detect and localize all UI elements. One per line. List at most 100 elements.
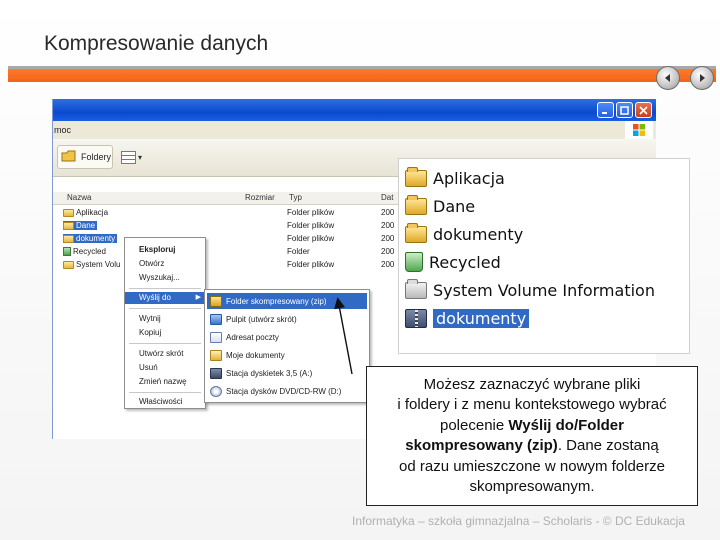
folder-icon	[63, 260, 74, 269]
list-item[interactable]: Recycled	[405, 249, 501, 275]
folder-icon	[63, 208, 74, 217]
menu-separator	[129, 392, 201, 393]
file-date-cell: 200	[381, 247, 395, 256]
list-item[interactable]: Dane	[405, 193, 475, 219]
maximize-icon[interactable]	[616, 102, 633, 118]
folder-tree-icon	[61, 149, 77, 165]
column-header-name[interactable]: Nazwa	[67, 193, 91, 202]
next-arrow-glyph	[700, 74, 705, 82]
menu-item-search[interactable]: Wyszukaj...	[125, 272, 205, 284]
callout-emphasis: Wyślij do/Folder	[508, 416, 624, 434]
submenu-item-floppy[interactable]: Stacja dyskietek 3,5 (A:)	[207, 365, 367, 381]
menu-item-rename[interactable]: Zmień nazwę	[125, 376, 205, 388]
file-date-cell: 200	[381, 234, 395, 243]
submenu-item-mail[interactable]: Adresat poczty	[207, 329, 367, 345]
file-date-cell: 200	[381, 208, 395, 217]
callout-line: . Dane zostaną	[557, 437, 659, 454]
desktop-icon	[210, 313, 222, 325]
slide-title: Kompresowanie danych	[44, 32, 269, 55]
minimize-icon[interactable]	[597, 102, 614, 118]
file-type-cell: Folder plików	[287, 221, 335, 230]
file-name-cell: Dane	[63, 221, 98, 230]
callout-emphasis: skompresowany (zip)	[405, 437, 558, 454]
mail-recipient-icon	[210, 331, 222, 343]
title-divider-orange	[8, 69, 716, 82]
file-type-cell: Folder plików	[287, 234, 335, 243]
file-type-cell: Folder	[287, 247, 310, 256]
folder-icon	[63, 234, 74, 243]
chevron-down-icon: ▾	[138, 152, 143, 162]
menu-separator	[129, 343, 201, 344]
submenu-item-desktop[interactable]: Pulpit (utwórz skrót)	[207, 311, 367, 327]
system-folder-icon	[405, 278, 427, 299]
column-header-date[interactable]: Dat	[381, 193, 393, 202]
menu-item-delete[interactable]: Usuń	[125, 362, 205, 374]
next-arrow-icon[interactable]	[690, 66, 714, 90]
list-item[interactable]: System Volume Information	[405, 277, 655, 303]
list-item[interactable]: dokumenty	[405, 305, 530, 331]
list-item[interactable]: dokumenty	[405, 221, 523, 247]
column-header-type[interactable]: Typ	[289, 193, 302, 202]
close-icon[interactable]	[635, 102, 652, 118]
context-menu: Eksploruj Otwórz Wyszukaj... Wyślij do ▶ …	[124, 237, 206, 409]
zoomed-file-list: Aplikacja Dane dokumenty Recycled System…	[398, 158, 690, 354]
menu-item-explore[interactable]: Eksploruj	[125, 244, 205, 256]
previous-arrow-glyph	[665, 74, 670, 82]
folders-button[interactable]: Foldery	[57, 145, 113, 169]
menu-help[interactable]: moc	[54, 125, 71, 135]
list-item-label: dokumenty	[433, 224, 524, 244]
menu-item-cut[interactable]: Wytnij	[125, 313, 205, 325]
folders-button-label: Foldery	[81, 152, 112, 162]
list-item-label: dokumenty	[433, 308, 530, 328]
previous-arrow-icon[interactable]	[656, 66, 680, 90]
list-item[interactable]: Aplikacja	[405, 165, 505, 191]
file-date-cell: 200	[381, 221, 395, 230]
my-documents-icon	[210, 349, 222, 361]
window-titlebar[interactable]	[53, 99, 656, 121]
slide-footer: Informatyka – szkoła gimnazjalna – Schol…	[352, 514, 685, 528]
menu-item-send-to-label: Wyślij do	[139, 293, 171, 302]
submenu-item-my-documents[interactable]: Moje dokumenty	[207, 347, 367, 363]
explanation-callout: Możesz zaznaczyć wybrane pliki i foldery…	[366, 366, 698, 506]
menu-separator	[129, 308, 201, 309]
menu-bar[interactable]: moc	[53, 121, 656, 139]
file-type-cell: Folder plików	[287, 208, 335, 217]
cd-drive-icon	[210, 385, 222, 397]
file-name-cell: Recycled	[63, 247, 106, 256]
views-icon	[121, 150, 136, 164]
callout-text: Możesz zaznaczyć wybrane pliki i foldery…	[389, 371, 674, 502]
menu-item-open[interactable]: Otwórz	[125, 258, 205, 270]
send-to-submenu: Folder skompresowany (zip) Pulpit (utwór…	[204, 289, 370, 403]
list-item-label: System Volume Information	[433, 280, 655, 300]
floppy-drive-icon	[210, 367, 222, 379]
file-name-cell: System Volu	[63, 260, 120, 269]
column-header-size[interactable]: Rozmiar	[245, 193, 275, 202]
zip-folder-icon	[210, 295, 222, 307]
callout-line: i foldery i z menu kontekstowego wybrać	[397, 396, 667, 413]
folder-icon	[63, 221, 74, 230]
views-button[interactable]: ▾	[121, 149, 151, 165]
recycle-bin-icon	[63, 247, 71, 256]
folder-icon	[405, 194, 427, 215]
file-name-cell: Aplikacja	[63, 208, 108, 217]
callout-line: od razu umieszczone w nowym folderze	[399, 457, 665, 475]
submenu-arrow-icon: ▶	[195, 294, 201, 301]
list-item-label: Dane	[433, 196, 476, 216]
submenu-item-cd-drive[interactable]: Stacja dysków DVD/CD-RW (D:)	[207, 383, 367, 399]
list-item-label: Aplikacja	[433, 168, 505, 188]
file-date-cell: 200	[381, 260, 395, 269]
zip-folder-icon	[405, 308, 427, 328]
callout-line: polecenie	[440, 416, 509, 434]
menu-item-create-shortcut[interactable]: Utwórz skrót	[125, 348, 205, 360]
menu-item-send-to[interactable]: Wyślij do ▶	[125, 292, 205, 304]
submenu-item-zip-folder[interactable]: Folder skompresowany (zip)	[207, 293, 367, 309]
callout-line: skompresowanym.	[469, 478, 595, 495]
recycle-bin-icon	[405, 252, 423, 272]
folder-icon	[405, 166, 427, 187]
folder-icon	[405, 222, 427, 243]
callout-line: Możesz zaznaczyć wybrane pliki	[423, 375, 641, 393]
list-item-label: Recycled	[429, 252, 501, 272]
menu-item-properties[interactable]: Właściwości	[125, 396, 205, 408]
menu-separator	[129, 288, 201, 289]
menu-item-copy[interactable]: Kopiuj	[125, 327, 205, 339]
